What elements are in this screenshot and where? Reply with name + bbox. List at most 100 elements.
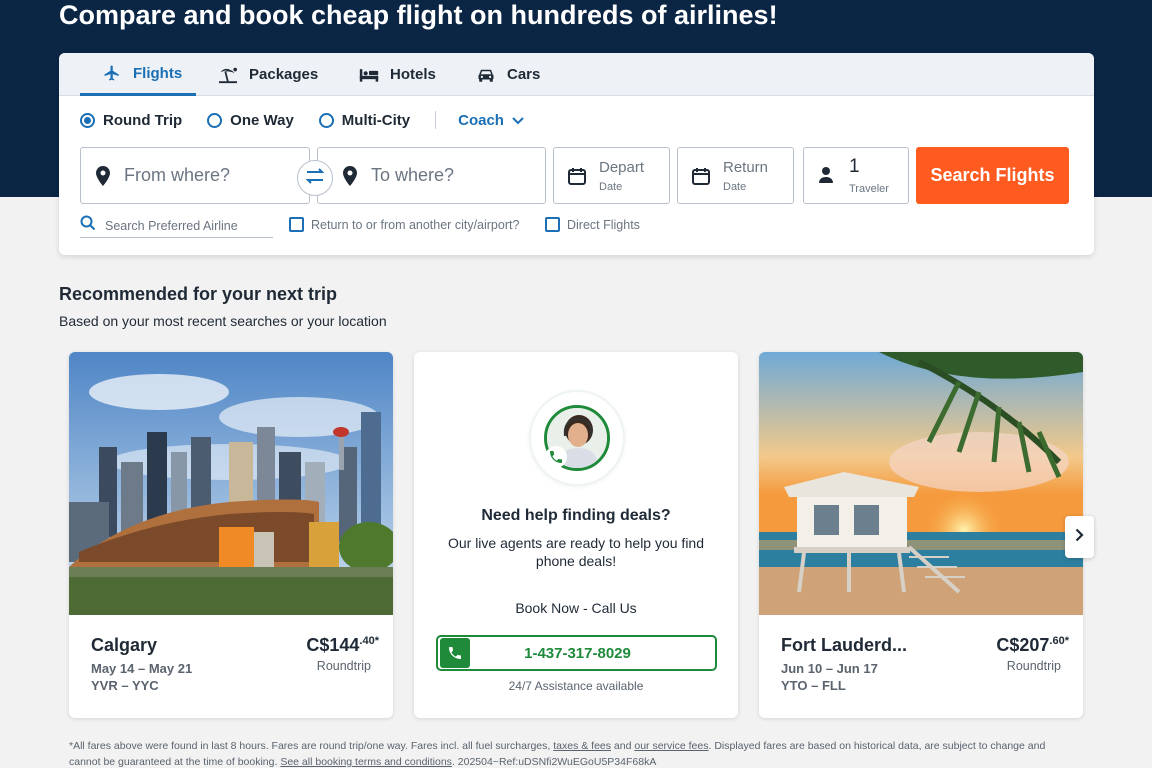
cabin-label: Coach: [458, 111, 504, 129]
phone-icon: [440, 638, 470, 668]
service-fees-link[interactable]: our service fees: [634, 740, 708, 752]
deal-trip-type: Roundtrip: [1006, 659, 1061, 673]
preferred-airline-field[interactable]: [80, 214, 273, 238]
plane-icon: [101, 64, 123, 82]
recommended-subheading: Based on your most recent searches or yo…: [59, 313, 387, 329]
carousel-next-button[interactable]: [1065, 516, 1094, 558]
car-icon: [475, 66, 497, 84]
airline-input[interactable]: [105, 218, 273, 233]
tab-packages[interactable]: Packages: [217, 53, 318, 96]
product-tabs: Flights Packages Hotels Cars: [59, 53, 1094, 96]
checkbox-box: [289, 217, 304, 232]
calgary-skyline-image: [69, 352, 393, 615]
taxes-fees-link[interactable]: taxes & fees: [553, 740, 611, 752]
tab-label: Hotels: [390, 66, 436, 83]
checkbox-box: [545, 217, 560, 232]
location-pin-icon: [95, 165, 111, 186]
radio-dot: [207, 112, 223, 128]
direct-flights-checkbox[interactable]: Direct Flights: [545, 217, 640, 232]
price-main: C$207: [996, 635, 1050, 655]
deal-city: Calgary: [91, 635, 158, 655]
return-other-city-checkbox[interactable]: Return to or from another city/airport?: [289, 217, 519, 232]
price-cents: .40*: [359, 635, 379, 647]
deal-info: Calgary May 14 – May 21 YVR – YYC C$144.…: [69, 615, 393, 718]
tab-cars[interactable]: Cars: [475, 53, 540, 96]
deal-price: C$144.40*: [306, 635, 379, 656]
radio-label: Multi-City: [341, 111, 411, 129]
disclaimer-text: and: [613, 740, 632, 752]
fare-disclaimer: *All fares above were found in last 8 ho…: [69, 738, 1079, 768]
deal-card-calgary[interactable]: Calgary May 14 – May 21 YVR – YYC C$144.…: [69, 352, 393, 718]
deal-info: Fort Lauderd... Jun 10 – Jun 17 YTO – FL…: [759, 615, 1083, 718]
to-field[interactable]: [317, 147, 546, 204]
book-now-text: Book Now - Call Us: [515, 600, 637, 616]
radio-label: Round Trip: [103, 111, 183, 129]
checkbox-label: Direct Flights: [567, 217, 640, 232]
deal-dates: May 14 – May 21: [91, 661, 193, 676]
call-phone-button[interactable]: 1-437-317-8029: [436, 635, 717, 671]
tab-label: Packages: [249, 66, 319, 83]
phone-icon: [545, 446, 567, 468]
deal-city: Fort Lauderd...: [781, 635, 907, 655]
location-pin-icon: [342, 165, 358, 186]
person-icon: [817, 166, 837, 186]
agent-avatar: [531, 392, 623, 484]
calendar-icon: [567, 166, 587, 186]
search-panel: Flights Packages Hotels Cars Round Trip: [59, 53, 1094, 255]
help-text: Our live agents are ready to help you fi…: [447, 535, 705, 569]
chevron-right-icon: [1075, 528, 1084, 547]
swap-cities-button[interactable]: [297, 160, 333, 196]
to-input[interactable]: [371, 165, 531, 186]
tab-hotels[interactable]: Hotels: [358, 53, 436, 96]
radio-label: One Way: [230, 111, 294, 129]
calendar-icon: [691, 166, 711, 186]
deal-route: YVR – YYC: [91, 678, 159, 693]
radio-multi-city[interactable]: Multi-City: [318, 111, 411, 129]
depart-date-field[interactable]: Depart Date: [553, 147, 670, 204]
deal-route: YTO – FLL: [781, 678, 846, 693]
from-input[interactable]: [124, 165, 284, 186]
trip-type-row: Round Trip One Way Multi-City Coach: [80, 109, 524, 131]
chevron-down-icon: [512, 112, 524, 129]
travelers-count: 1: [849, 156, 860, 177]
return-label: Return: [723, 158, 769, 176]
bed-icon: [358, 66, 380, 84]
depart-sublabel: Date: [599, 180, 623, 193]
recommended-heading: Recommended for your next trip: [59, 284, 338, 304]
help-title: Need help finding deals?: [481, 507, 671, 524]
disclaimer-text: . 202504~Ref:uDSNfi2WuEGoU5P34F68kA: [451, 756, 657, 768]
price-main: C$144: [306, 635, 360, 655]
tab-flights[interactable]: Flights: [80, 53, 196, 96]
checkbox-label: Return to or from another city/airport?: [311, 217, 520, 232]
deal-price: C$207.60*: [996, 635, 1069, 656]
swap-arrows-icon: [304, 167, 326, 190]
deal-card-fort-lauderdale[interactable]: Fort Lauderd... Jun 10 – Jun 17 YTO – FL…: [759, 352, 1083, 718]
cabin-class-select[interactable]: Coach: [458, 112, 524, 129]
beach-icon: [217, 66, 239, 84]
tab-label: Flights: [133, 64, 183, 82]
disclaimer-text: *All fares above were found in last 8 ho…: [69, 740, 551, 752]
travelers-label: Traveler: [849, 183, 889, 195]
radio-dot: [80, 112, 95, 128]
price-cents: .60*: [1049, 635, 1069, 647]
assistance-text: 24/7 Assistance available: [508, 679, 644, 693]
travelers-field[interactable]: 1 Traveler: [803, 147, 909, 204]
search-options: Return to or from another city/airport? …: [80, 214, 1080, 240]
tab-label: Cars: [507, 66, 541, 83]
search-flights-button[interactable]: Search Flights: [916, 147, 1069, 204]
deal-dates: Jun 10 – Jun 17: [781, 661, 878, 676]
radio-one-way[interactable]: One Way: [207, 112, 294, 129]
agent-help-card: Need help finding deals? Our live agents…: [414, 352, 738, 718]
from-field[interactable]: [80, 147, 310, 204]
booking-terms-link[interactable]: See all booking terms and conditions: [280, 756, 452, 768]
page-title: Compare and book cheap flight on hundred…: [59, 0, 778, 30]
radio-dot: [318, 112, 334, 128]
return-date-field[interactable]: Return Date: [677, 147, 794, 204]
return-sublabel: Date: [723, 180, 747, 193]
radio-round-trip[interactable]: Round Trip: [80, 112, 182, 129]
beach-lifeguard-image: [759, 352, 1083, 615]
deal-trip-type: Roundtrip: [316, 659, 371, 673]
phone-number: 1-437-317-8029: [524, 644, 631, 662]
divider: [435, 111, 437, 129]
depart-label: Depart: [599, 158, 645, 176]
